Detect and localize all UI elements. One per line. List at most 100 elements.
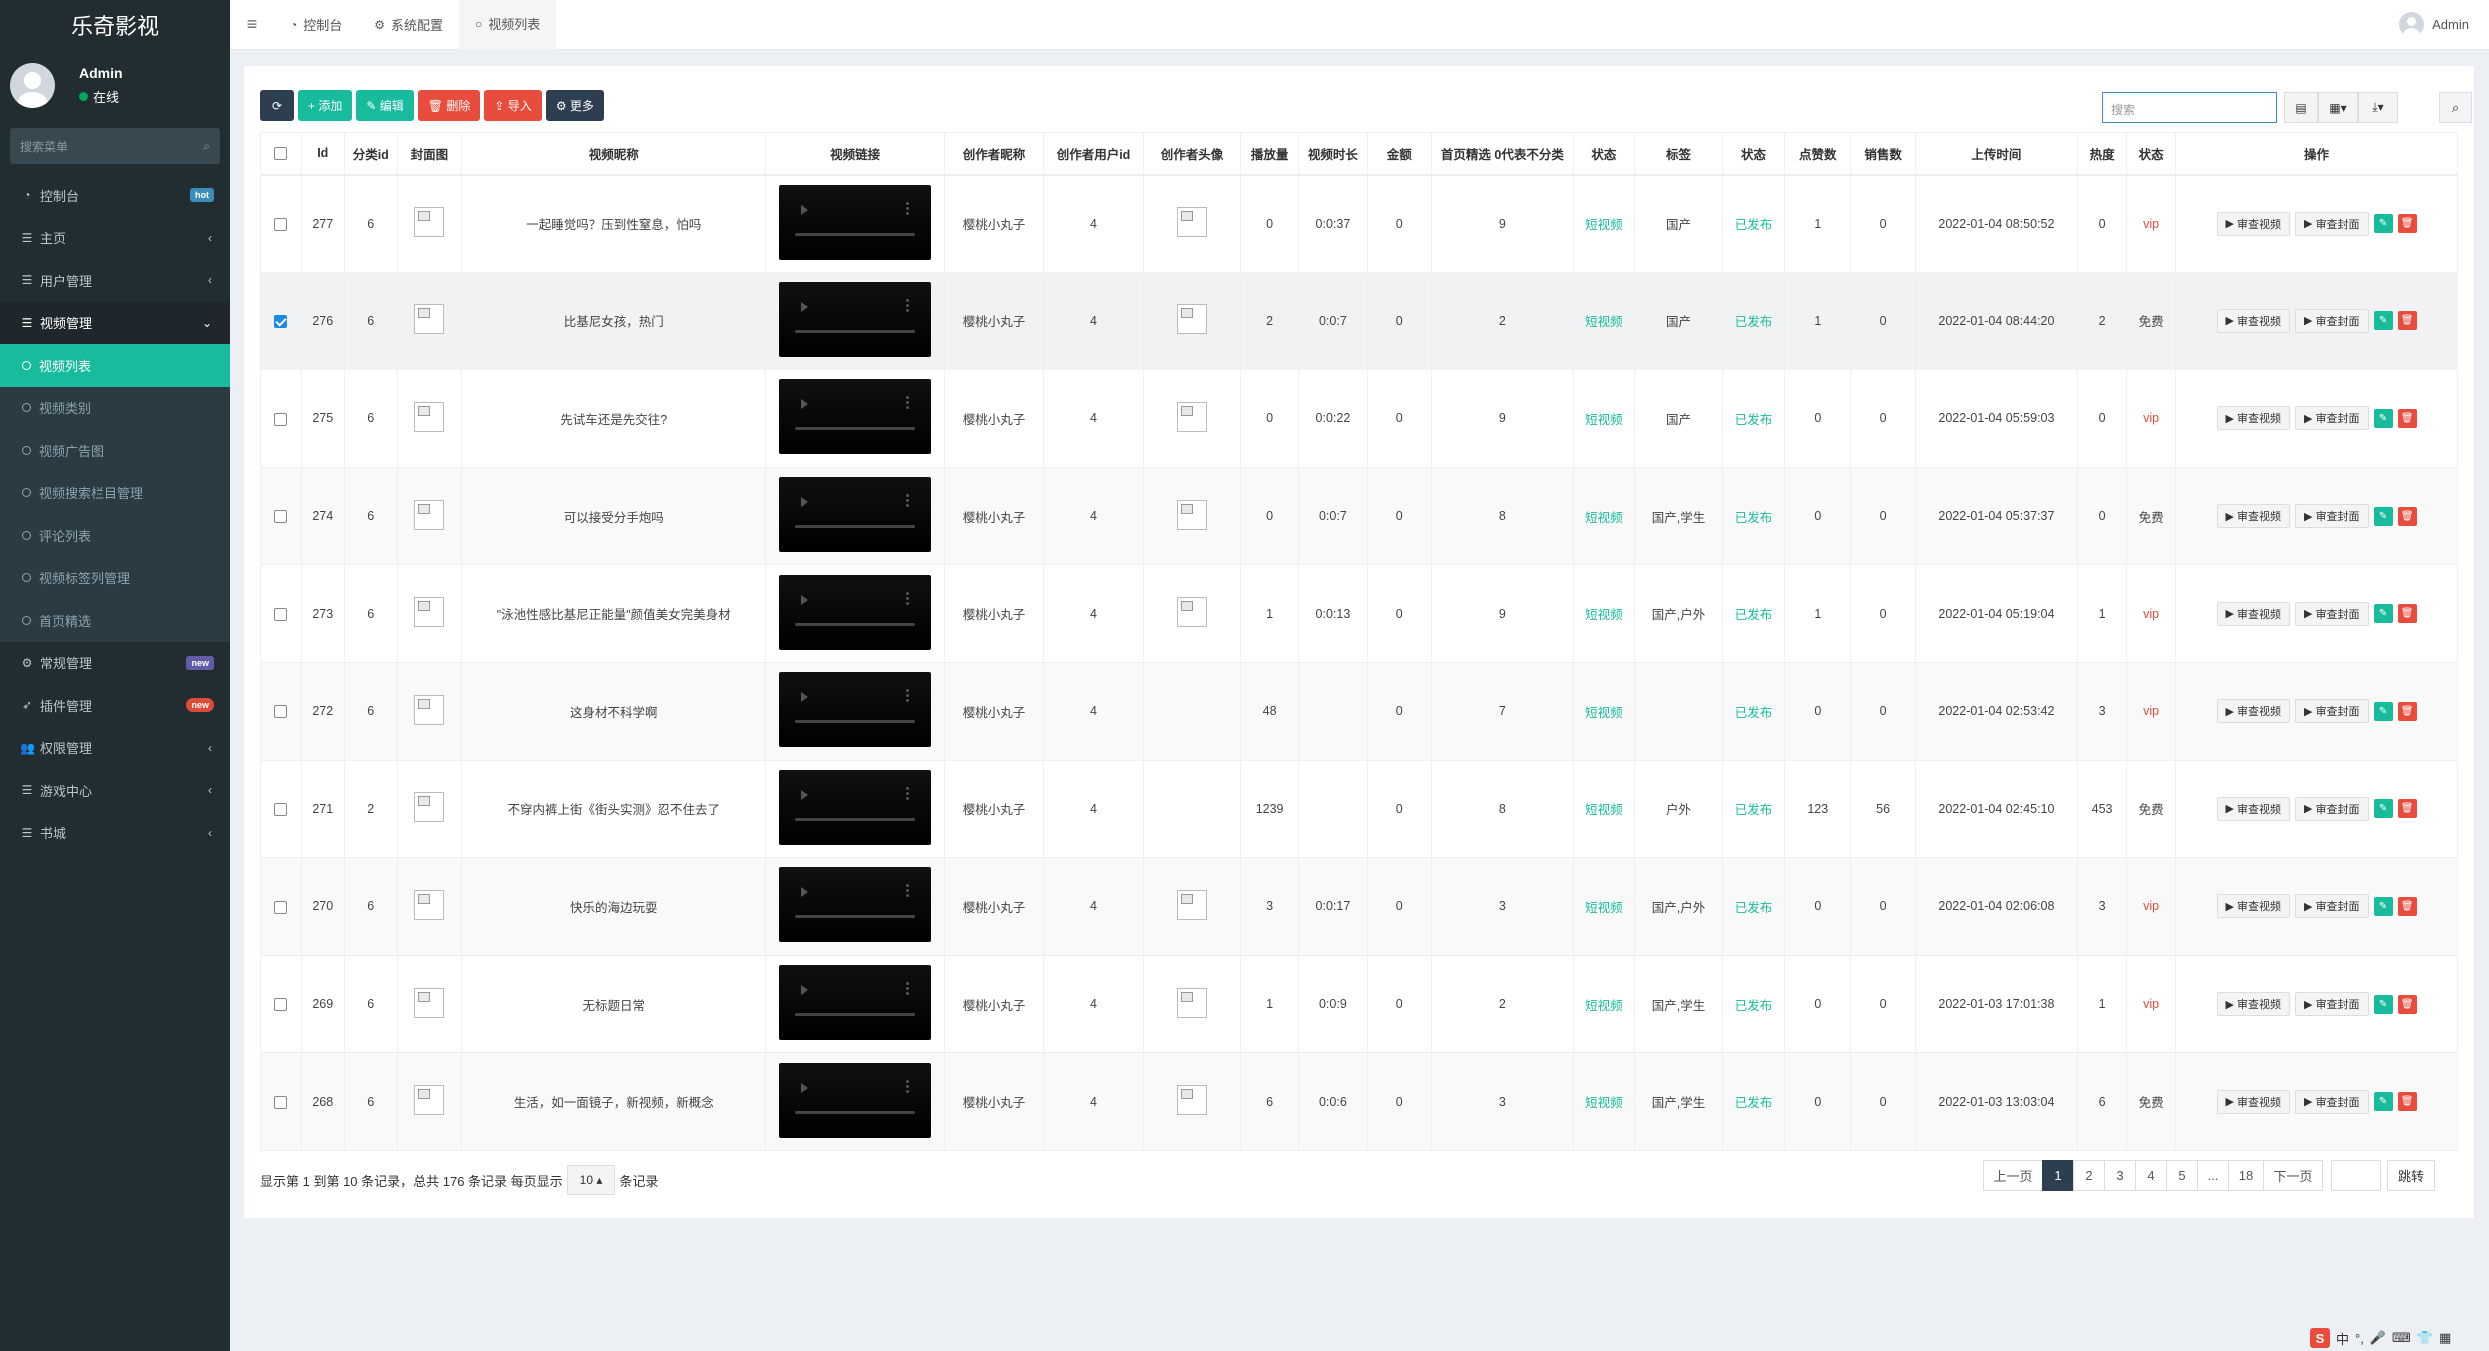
review-video-button[interactable]: ▶ 审查视频 xyxy=(2216,992,2291,1017)
cell-video[interactable] xyxy=(765,466,945,566)
cell-type[interactable]: 短视频 xyxy=(1572,271,1636,371)
refresh-button[interactable]: ⟳ xyxy=(260,90,294,121)
cell-vip[interactable]: 免费 xyxy=(2126,1052,2177,1151)
table-row[interactable]: 276 6 比基尼女孩，热门 樱桃小丸子 4 2 0:0:7 0 2 短视频 国产 已发布 1 0 2022… xyxy=(260,271,2458,371)
column-header[interactable]: 创作者用户id xyxy=(1042,132,1145,176)
cell-cover[interactable] xyxy=(396,564,463,663)
cell-type[interactable]: 短视频 xyxy=(1572,759,1636,859)
review-cover-button[interactable]: ▶ 审查封面 xyxy=(2295,504,2369,529)
cell-creator-avatar[interactable] xyxy=(1143,466,1242,566)
more-vertical-icon[interactable] xyxy=(906,396,910,400)
table-row[interactable]: 272 6 这身材不科学啊 樱桃小丸子 4 48 0 7 短视频 已发布 0 0 2022-01-04 … xyxy=(260,661,2458,761)
sidebar-subitem[interactable]: 首页精选 xyxy=(0,599,230,642)
review-cover-button[interactable]: ▶ 审查封面 xyxy=(2295,894,2369,919)
table-search-input[interactable]: 搜索 xyxy=(2102,92,2277,123)
more-vertical-icon[interactable] xyxy=(906,982,910,986)
broken-image-icon[interactable] xyxy=(414,304,445,335)
prev-page-button[interactable]: 上一页 xyxy=(1983,1160,2043,1191)
cell-creator-avatar[interactable] xyxy=(1143,759,1242,859)
sidebar-item[interactable]: ◔ 控制台 hot xyxy=(0,174,230,217)
cell-creator-avatar[interactable] xyxy=(1143,857,1242,956)
cell-publish-status[interactable]: 已发布 xyxy=(1721,661,1786,761)
edit-pencil-icon[interactable]: ✎ xyxy=(2373,506,2393,526)
video-progress-bar[interactable] xyxy=(795,817,916,821)
video-progress-bar[interactable] xyxy=(795,329,916,333)
review-video-button[interactable]: ▶ 审查视频 xyxy=(2216,406,2291,431)
cell-video[interactable] xyxy=(765,271,945,371)
column-header[interactable]: 视频昵称 xyxy=(461,132,767,176)
video-player[interactable] xyxy=(779,184,932,260)
more-vertical-icon[interactable] xyxy=(906,884,910,888)
cell-publish-status[interactable]: 已发布 xyxy=(1721,857,1786,956)
row-select-cell[interactable] xyxy=(260,466,302,566)
review-cover-button[interactable]: ▶ 审查封面 xyxy=(2295,1089,2369,1114)
broken-image-icon[interactable] xyxy=(1177,1085,1208,1116)
cell-video[interactable] xyxy=(765,759,945,859)
row-select-cell[interactable] xyxy=(260,369,302,468)
review-cover-button[interactable]: ▶ 审查封面 xyxy=(2295,406,2369,431)
video-player[interactable] xyxy=(779,574,932,650)
column-header[interactable]: 销售数 xyxy=(1850,132,1916,176)
tab-system-config[interactable]: ⚙ 系统配置 xyxy=(358,0,459,50)
cell-video[interactable] xyxy=(765,954,945,1054)
cell-publish-status[interactable]: 已发布 xyxy=(1721,954,1786,1054)
review-cover-button[interactable]: ▶ 审查封面 xyxy=(2295,992,2369,1017)
review-video-button[interactable]: ▶ 审查视频 xyxy=(2216,211,2291,236)
review-video-button[interactable]: ▶ 审查视频 xyxy=(2216,504,2291,529)
cell-vip[interactable]: vip xyxy=(2126,857,2177,956)
review-video-button[interactable]: ▶ 审查视频 xyxy=(2216,601,2291,626)
cell-vip[interactable]: vip xyxy=(2126,174,2177,273)
column-header[interactable]: 点赞数 xyxy=(1784,132,1852,176)
cell-video[interactable] xyxy=(765,174,945,273)
cell-cover[interactable] xyxy=(396,857,463,956)
broken-image-icon[interactable] xyxy=(414,597,445,628)
row-checkbox[interactable] xyxy=(274,510,288,524)
page-button[interactable]: 5 xyxy=(2166,1160,2198,1191)
column-header[interactable]: 标签 xyxy=(1634,132,1723,176)
video-player[interactable] xyxy=(779,867,932,943)
delete-button[interactable]: 🗑 删除 xyxy=(417,90,481,121)
play-icon[interactable] xyxy=(801,692,809,703)
edit-pencil-icon[interactable]: ✎ xyxy=(2373,311,2393,331)
top-user-menu[interactable]: Admin xyxy=(2399,12,2469,37)
microphone-icon[interactable]: 🎤 xyxy=(2370,1330,2386,1346)
broken-image-icon[interactable] xyxy=(1177,889,1208,920)
delete-trash-icon[interactable]: 🗑 xyxy=(2397,701,2417,721)
column-header[interactable]: 状态 xyxy=(2126,132,2177,176)
table-row[interactable]: 268 6 生活，如一面镜子，新视频，新概念 樱桃小丸子 4 6 0:0:6 0 3 短视频 国产,… xyxy=(260,1052,2458,1151)
sidebar-subitem[interactable]: 视频类别 xyxy=(0,386,230,429)
row-checkbox[interactable] xyxy=(274,607,288,621)
column-header[interactable]: 上传时间 xyxy=(1914,132,2079,176)
row-checkbox[interactable] xyxy=(274,1095,288,1109)
page-button[interactable]: 3 xyxy=(2104,1160,2136,1191)
select-all-checkbox[interactable] xyxy=(274,147,288,161)
sidebar-item[interactable]: ☰ 书城 ‹ xyxy=(0,812,230,855)
jump-button[interactable]: 跳转 xyxy=(2387,1160,2436,1191)
row-checkbox[interactable] xyxy=(274,217,288,231)
jump-page-input[interactable] xyxy=(2331,1160,2381,1191)
review-video-button[interactable]: ▶ 审查视频 xyxy=(2216,699,2291,724)
video-progress-bar[interactable] xyxy=(795,622,916,626)
table-row[interactable]: 277 6 一起睡觉吗？压到性窒息，怕吗 樱桃小丸子 4 0 0:0:37 0 9 短视频 国产 已发… xyxy=(260,174,2458,273)
sidebar-item[interactable]: ⚙ 常规管理 new xyxy=(0,642,230,685)
play-icon[interactable] xyxy=(801,301,809,312)
row-checkbox[interactable] xyxy=(274,314,288,328)
cell-vip[interactable]: vip xyxy=(2126,661,2177,761)
sidebar-subitem[interactable]: 视频列表 xyxy=(0,344,230,387)
grid-icon[interactable]: ▦ xyxy=(2439,1330,2451,1346)
cell-cover[interactable] xyxy=(396,759,463,859)
cell-creator-avatar[interactable] xyxy=(1143,174,1242,273)
cell-type[interactable]: 短视频 xyxy=(1572,174,1636,273)
broken-image-icon[interactable] xyxy=(1177,304,1208,335)
row-select-cell[interactable] xyxy=(260,857,302,956)
table-row[interactable]: 271 2 不穿内裤上街《街头实测》忍不住去了 樱桃小丸子 4 1239 0 8 短视频 户外 已发… xyxy=(260,759,2458,859)
more-button[interactable]: ⚙ 更多 xyxy=(545,90,604,121)
table-row[interactable]: 274 6 可以接受分手炮吗 樱桃小丸子 4 0 0:0:7 0 8 短视频 国产,学生 已发布 0 0 2… xyxy=(260,466,2458,566)
review-video-button[interactable]: ▶ 审查视频 xyxy=(2216,308,2291,333)
video-player[interactable] xyxy=(779,769,932,845)
page-button[interactable]: 1 xyxy=(2042,1160,2074,1191)
column-header[interactable]: 视频时长 xyxy=(1298,132,1368,176)
video-progress-bar[interactable] xyxy=(795,720,916,724)
row-checkbox[interactable] xyxy=(274,705,288,719)
search-icon[interactable]: ⌕ xyxy=(203,139,210,154)
